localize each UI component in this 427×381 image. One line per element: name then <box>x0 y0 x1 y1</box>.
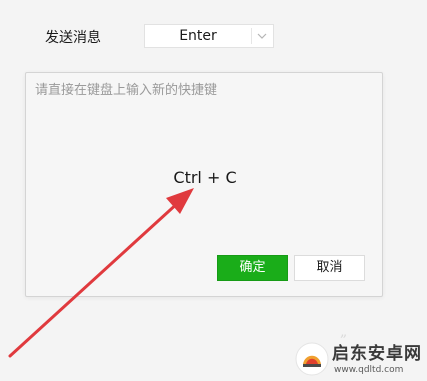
captured-shortcut-text: Ctrl + C <box>173 168 237 187</box>
site-watermark-logo: 启东安卓网 www.qdltd.com <box>290 338 427 381</box>
shortcut-input-dialog[interactable]: 请直接在键盘上输入新的快捷键 Ctrl + C 确定 取消 <box>25 72 383 297</box>
chevron-down-icon[interactable] <box>256 31 268 41</box>
shortcut-hint-text: 请直接在键盘上输入新的快捷键 <box>35 83 218 98</box>
watermark-site-url: www.qdltd.com <box>334 365 404 375</box>
send-message-shortcut-select[interactable]: Enter <box>144 24 274 48</box>
site-logo-icon <box>295 342 329 376</box>
send-message-label: 发送消息 <box>45 30 101 46</box>
select-divider <box>251 28 252 44</box>
cancel-button[interactable]: 取消 <box>294 255 365 281</box>
send-message-shortcut-value[interactable]: Enter <box>145 25 251 47</box>
watermark-site-name: 启东安卓网 <box>332 344 422 364</box>
confirm-button[interactable]: 确定 <box>217 255 288 281</box>
